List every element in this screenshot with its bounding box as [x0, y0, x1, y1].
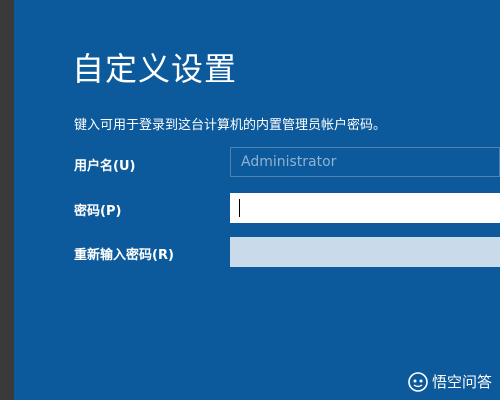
wukong-logo-icon: [408, 371, 428, 392]
watermark-text: 悟空问答: [431, 373, 492, 391]
reenter-password-label: 重新输入密码(R): [74, 248, 174, 263]
password-label: 密码(P): [74, 204, 122, 219]
reenter-password-input[interactable]: [230, 237, 500, 267]
instruction-text: 键入可用于登录到这台计算机的内置管理员帐户密码。: [74, 118, 387, 133]
password-input[interactable]: [230, 193, 500, 223]
username-field: Administrator: [230, 147, 500, 177]
page-title: 自定义设置: [72, 50, 238, 88]
left-edge-bar: [0, 0, 14, 400]
text-caret: [239, 199, 240, 217]
watermark: 悟空问答: [408, 371, 492, 392]
username-label: 用户名(U): [74, 159, 136, 174]
oobe-screen: 自定义设置 键入可用于登录到这台计算机的内置管理员帐户密码。 用户名(U) Ad…: [0, 0, 500, 400]
